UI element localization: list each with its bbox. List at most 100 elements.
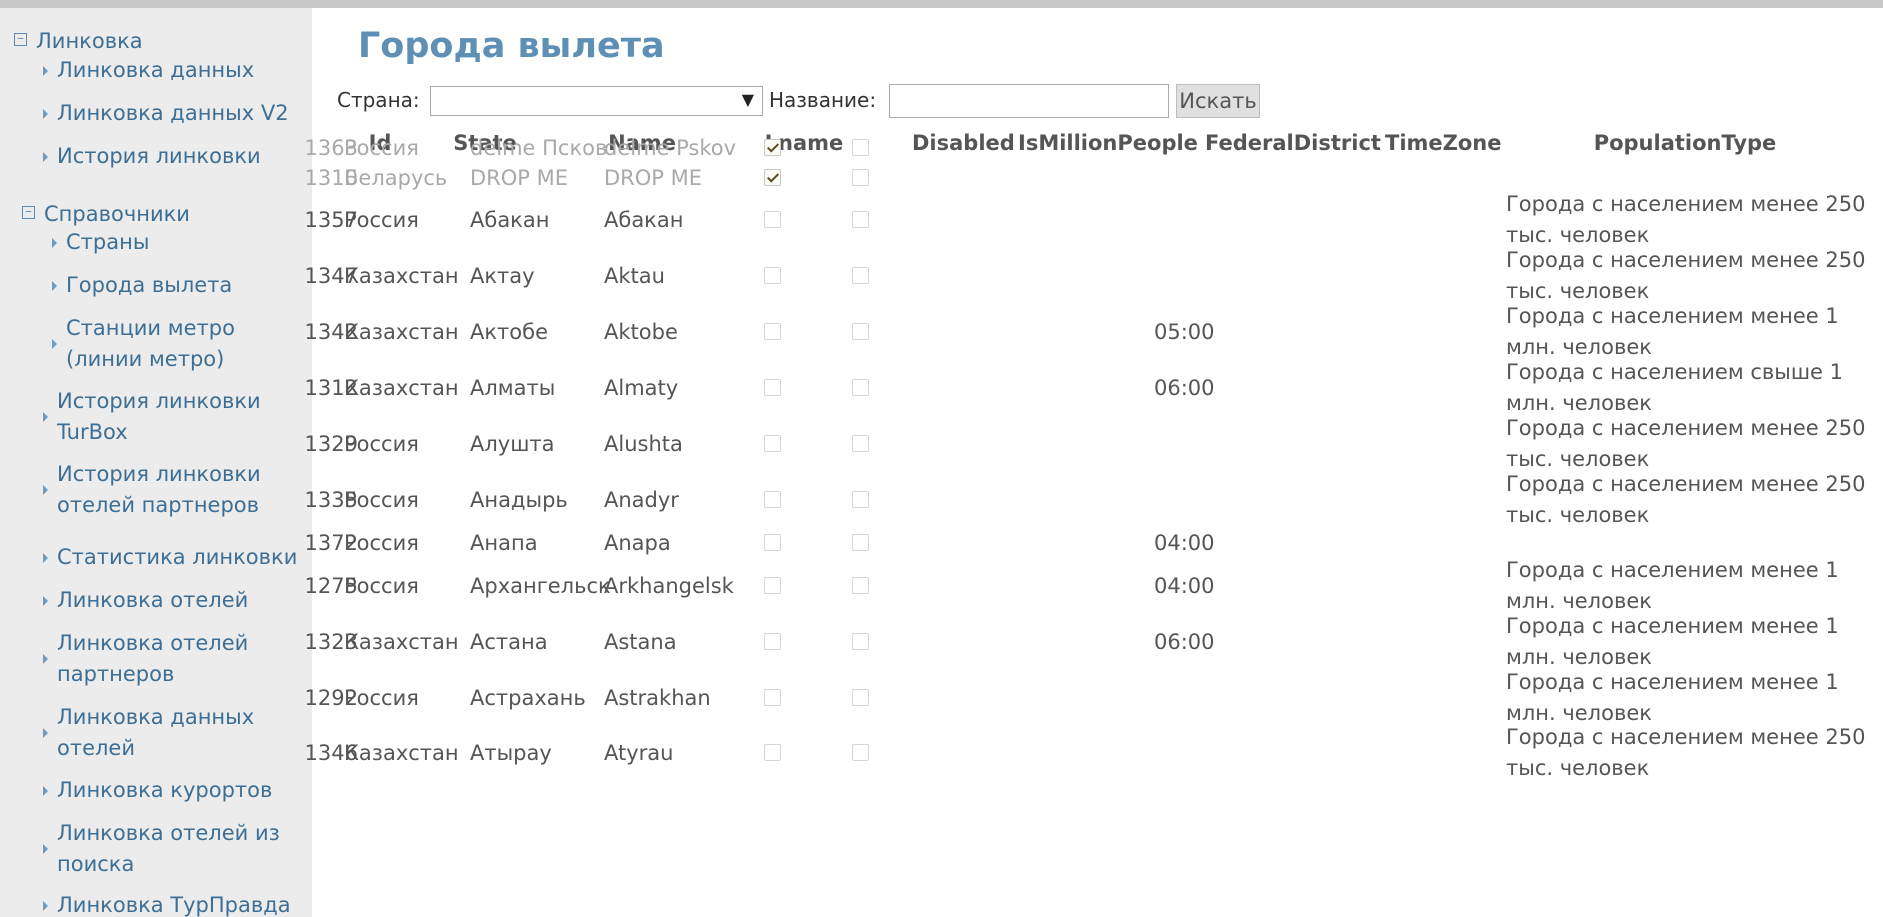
ismillionpeople-checkbox[interactable] [852, 169, 869, 186]
cell-name: Атырау [470, 741, 552, 765]
ismillionpeople-checkbox[interactable] [852, 491, 869, 508]
sidebar-item[interactable]: Линковка ТурПравда [57, 890, 306, 917]
cell-lname: Anapa [604, 531, 671, 555]
cell-populationtype: Города с населением менее 1 млн. человек [1506, 558, 1839, 613]
cell-name: Анапа [470, 531, 538, 555]
disabled-checkbox[interactable] [764, 379, 781, 396]
sidebar-item[interactable]: Страны [66, 227, 306, 258]
search-button[interactable]: Искать [1176, 84, 1260, 118]
ismillionpeople-checkbox[interactable] [852, 744, 869, 761]
column-header-disabled[interactable]: Disabled [912, 128, 1015, 158]
sidebar-item[interactable]: Статистика линковки [57, 542, 306, 573]
caret-right-icon [43, 728, 48, 738]
cell-lname: Абакан [604, 208, 684, 232]
caret-right-icon [43, 552, 48, 563]
cell-populationtype: Города с населением менее 1 млн. человек [1506, 670, 1839, 725]
disabled-checkbox[interactable] [764, 435, 781, 452]
sidebar-item[interactable]: Линковка данных отелей [57, 702, 306, 764]
ismillionpeople-checkbox[interactable] [852, 211, 869, 228]
cell-state: Казахстан [344, 264, 459, 288]
cell-state: Россия [344, 531, 419, 555]
sidebar-item-label: (линии метро) [66, 347, 225, 371]
cell-timezone: 05:00 [1154, 320, 1215, 344]
cell-lname: Aktau [604, 264, 665, 288]
cell-state: Беларусь [344, 166, 448, 190]
tree-root-linkovka[interactable]: − Линковка [0, 26, 312, 57]
caret-right-icon [43, 412, 48, 422]
sidebar-item-label: отелей партнеров [57, 493, 260, 517]
cell-state: Казахстан [344, 630, 459, 654]
caret-right-icon [43, 108, 48, 119]
disabled-checkbox[interactable] [764, 323, 781, 340]
column-header-populationtype[interactable]: PopulationType [1535, 128, 1835, 158]
disabled-checkbox[interactable] [764, 267, 781, 284]
ismillionpeople-checkbox[interactable] [852, 633, 869, 650]
cell-state: Россия [344, 488, 419, 512]
page-title: Города вылета [358, 26, 665, 66]
disabled-checkbox[interactable] [764, 211, 781, 228]
cell-populationtype: Города с населением менее 1 млн. человек [1506, 614, 1839, 669]
cell-state: Казахстан [344, 320, 459, 344]
collapse-toggle-icon[interactable]: − [22, 206, 35, 219]
cell-state: Россия [344, 208, 419, 232]
disabled-checkbox[interactable] [764, 633, 781, 650]
sidebar-item-label: История линковки [57, 462, 261, 486]
cell-lname: Astrakhan [604, 686, 711, 710]
sidebar-item[interactable]: История линковки отелей партнеров [57, 459, 306, 521]
sidebar-item-label: Линковка отелей из [57, 821, 280, 845]
ismillionpeople-checkbox[interactable] [852, 534, 869, 551]
sidebar-item[interactable]: Линковка данных [57, 55, 306, 86]
cell-populationtype: Города с населением менее 1 млн. человек [1506, 304, 1839, 359]
sidebar-item[interactable]: Станции метро (линии метро) [66, 313, 306, 375]
tree-root-label: Линковка [36, 29, 143, 53]
tree-root-spravochniki[interactable]: − Справочники [0, 199, 312, 230]
cell-name: Анадырь [470, 488, 568, 512]
main-content: Города вылета Страна: ▼ Название: Искать… [305, 8, 1883, 917]
ismillionpeople-checkbox[interactable] [852, 577, 869, 594]
ismillionpeople-checkbox[interactable] [852, 379, 869, 396]
name-input[interactable] [889, 84, 1169, 118]
cell-lname: Aktobe [604, 320, 678, 344]
disabled-checkbox[interactable] [764, 491, 781, 508]
cell-lname: Atyrau [604, 741, 674, 765]
country-select[interactable]: ▼ [430, 86, 763, 116]
sidebar-item[interactable]: Линковка отелей [57, 585, 306, 616]
cell-populationtype: Города с населением менее 250 тыс. челов… [1506, 416, 1866, 471]
ismillionpeople-checkbox[interactable] [852, 323, 869, 340]
caret-right-icon [43, 785, 48, 796]
cell-lname: Alushta [604, 432, 683, 456]
column-header-timezone[interactable]: TimeZone [1385, 128, 1502, 158]
disabled-checkbox[interactable] [764, 534, 781, 551]
sidebar-item-label: партнеров [57, 662, 175, 686]
ismillionpeople-checkbox[interactable] [852, 435, 869, 452]
disabled-checkbox[interactable] [764, 689, 781, 706]
cell-state: Казахстан [344, 741, 459, 765]
ismillionpeople-checkbox[interactable] [852, 139, 869, 156]
sidebar-item-resorts[interactable]: Линковка курортов [57, 775, 306, 806]
sidebar-item-label: Линковка отелей [57, 588, 249, 612]
caret-right-icon [52, 280, 57, 291]
caret-right-icon [43, 151, 48, 162]
sidebar-item[interactable]: Линковка данных V2 [57, 98, 306, 129]
disabled-checkbox[interactable] [764, 744, 781, 761]
disabled-checkbox[interactable] [764, 139, 781, 156]
sidebar-item-label: отелей [57, 736, 135, 760]
cell-name: Актобе [470, 320, 549, 344]
cell-populationtype: Города с населением менее 250 тыс. челов… [1506, 192, 1866, 247]
sidebar-item[interactable]: Города вылета [66, 270, 306, 301]
dropdown-arrow-icon: ▼ [741, 90, 754, 109]
cell-timezone: 04:00 [1154, 531, 1215, 555]
disabled-checkbox[interactable] [764, 169, 781, 186]
disabled-checkbox[interactable] [764, 577, 781, 594]
sidebar-item[interactable]: Линковка отелей партнеров [57, 628, 306, 690]
ismillionpeople-checkbox[interactable] [852, 689, 869, 706]
sidebar-item[interactable]: Линковка отелей из поиска [57, 818, 306, 880]
column-header-ismillionpeople[interactable]: IsMillionPeople [1018, 128, 1198, 158]
cell-name: Алматы [470, 376, 556, 400]
sidebar-item[interactable]: История линковки TurBox [57, 386, 306, 448]
cell-name: Абакан [470, 208, 550, 232]
collapse-toggle-icon[interactable]: − [14, 33, 27, 46]
column-header-federaldistrict[interactable]: FederalDistrict [1205, 128, 1381, 158]
ismillionpeople-checkbox[interactable] [852, 267, 869, 284]
cell-timezone: 06:00 [1154, 630, 1215, 654]
